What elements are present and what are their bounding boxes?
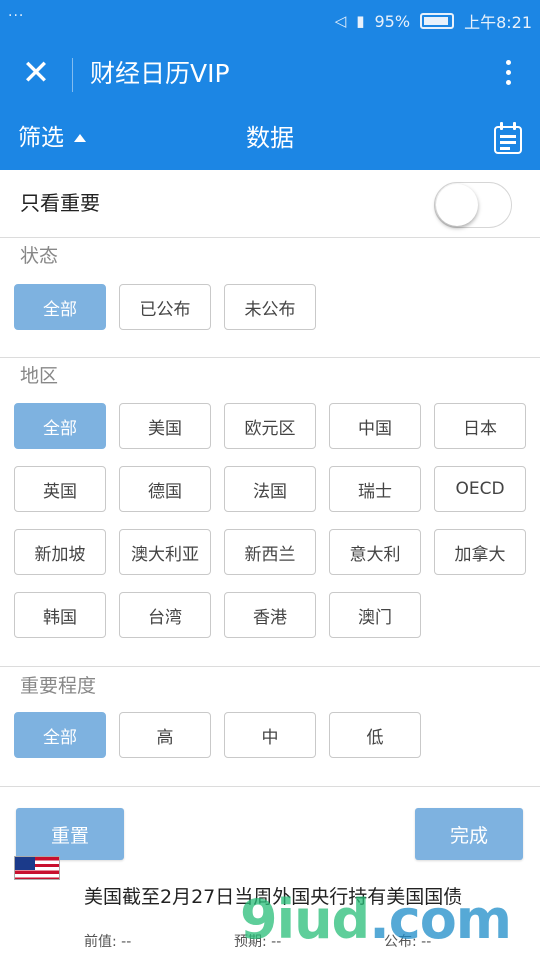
- news-actual-value: 公布: --: [384, 934, 432, 950]
- status-right: ◁ ▮ 95% 上午8:21: [335, 9, 532, 33]
- filter-chip[interactable]: 德国: [119, 466, 211, 512]
- filter-button[interactable]: 筛选: [18, 122, 86, 154]
- filter-chip[interactable]: 欧元区: [224, 403, 316, 449]
- filter-bar: 筛选 数据: [0, 110, 540, 170]
- filter-chip[interactable]: 瑞士: [329, 466, 421, 512]
- filter-chip[interactable]: 意大利: [329, 529, 421, 575]
- news-item-title[interactable]: 美国截至2月27日当周外国央行持有美国国债: [84, 882, 462, 912]
- region-section-title: 地区: [20, 365, 59, 387]
- important-only-toggle[interactable]: [434, 182, 512, 228]
- app-bar: ✕ 财经日历VIP: [0, 38, 540, 110]
- filter-chip[interactable]: 全部: [14, 403, 106, 449]
- filter-chip[interactable]: 已公布: [119, 284, 211, 330]
- filter-chip[interactable]: 中: [224, 712, 316, 758]
- filter-chip[interactable]: 中国: [329, 403, 421, 449]
- filter-chip[interactable]: 新加坡: [14, 529, 106, 575]
- important-only-label: 只看重要: [20, 191, 100, 215]
- status-bar: ··· ◁ ▮ 95% 上午8:21: [0, 0, 540, 38]
- location-icon: ◁: [334, 12, 347, 30]
- filter-chip[interactable]: 未公布: [224, 284, 316, 330]
- battery-percent: 95%: [374, 11, 411, 31]
- filter-chip[interactable]: 高: [119, 712, 211, 758]
- filter-chip[interactable]: 日本: [434, 403, 526, 449]
- news-forecast-value: 预期: --: [234, 934, 282, 950]
- filter-chip[interactable]: 澳大利亚: [119, 529, 211, 575]
- news-prev-value: 前值: --: [84, 934, 132, 950]
- battery-icon: [420, 13, 455, 29]
- filter-chip[interactable]: 加拿大: [434, 529, 526, 575]
- important-only-row: 只看重要: [0, 170, 540, 238]
- divider: [0, 357, 540, 358]
- status-dots: ···: [8, 8, 25, 24]
- app-title: 财经日历VIP: [90, 59, 230, 88]
- reset-button[interactable]: 重置: [16, 808, 124, 860]
- importance-section-title: 重要程度: [20, 675, 97, 697]
- filter-chip[interactable]: 韩国: [14, 592, 106, 638]
- filter-chip[interactable]: 英国: [14, 466, 106, 512]
- more-vert-icon[interactable]: [498, 56, 518, 94]
- filter-chip[interactable]: 新西兰: [224, 529, 316, 575]
- calendar-icon[interactable]: [494, 122, 522, 154]
- filter-chip[interactable]: 香港: [224, 592, 316, 638]
- divider: [0, 666, 540, 667]
- status-section-title: 状态: [20, 245, 59, 267]
- close-icon[interactable]: ✕: [20, 56, 52, 90]
- filter-chip[interactable]: OECD: [434, 466, 526, 512]
- filter-chip[interactable]: 全部: [14, 712, 106, 758]
- filter-chip[interactable]: 澳门: [329, 592, 421, 638]
- toggle-knob: [436, 184, 478, 226]
- filter-chip[interactable]: 台湾: [119, 592, 211, 638]
- filter-chip[interactable]: 全部: [14, 284, 106, 330]
- divider: [0, 786, 540, 787]
- filter-chip[interactable]: 法国: [224, 466, 316, 512]
- filter-chip[interactable]: 低: [329, 712, 421, 758]
- status-time: 上午8:21: [464, 13, 532, 32]
- done-button[interactable]: 完成: [415, 808, 523, 860]
- signal-icon: ▮: [356, 12, 365, 30]
- triangle-up-icon: [74, 134, 86, 142]
- us-flag-icon: [14, 856, 60, 880]
- filter-label: 筛选: [18, 125, 64, 151]
- app-bar-divider: [72, 58, 73, 92]
- filter-chip[interactable]: 美国: [119, 403, 211, 449]
